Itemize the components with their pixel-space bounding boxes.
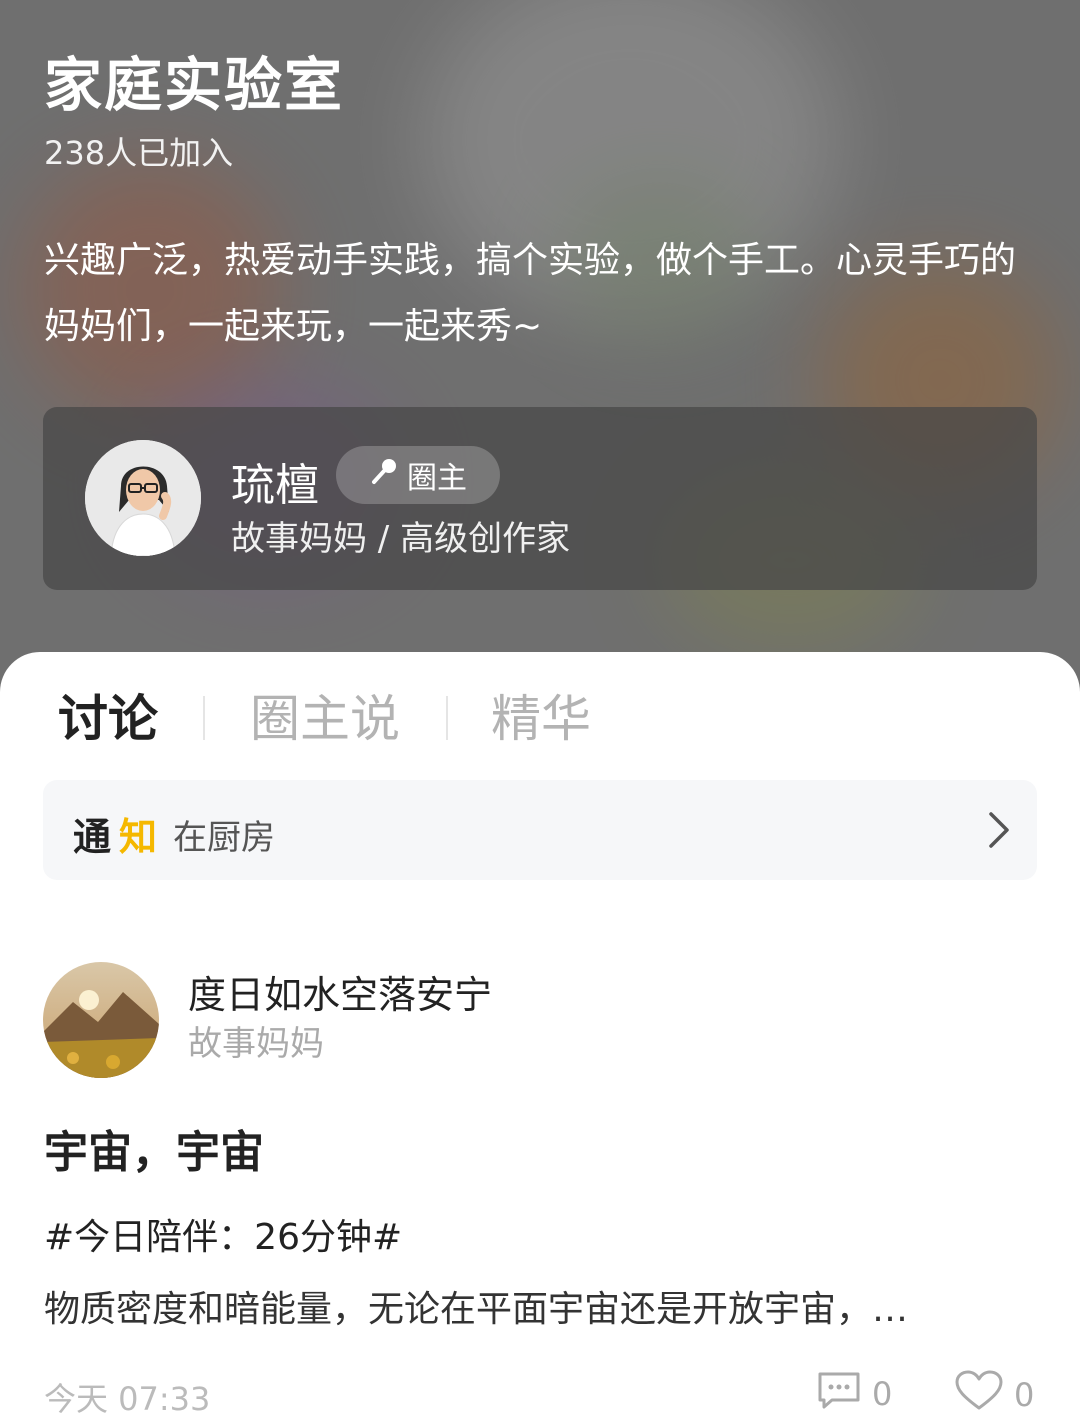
chevron-right-icon [987,810,1011,850]
post-time: 今天 07:33 [44,1380,211,1418]
owner-subtitle: 故事妈妈 / 高级创作家 [231,519,571,559]
tab-divider [446,696,448,740]
notice-label-part1: 通 [73,815,112,859]
owner-avatar-image [85,440,201,556]
tab-featured[interactable]: 精华 [491,684,591,754]
notice-label-part2: 知 [119,815,158,859]
post-topic-tag[interactable]: #今日陪伴：26分钟# [44,1208,402,1260]
like-count: 0 [1014,1376,1035,1414]
circle-header: 家庭实验室 238人已加入 兴趣广泛，热爱动手实践，搞个实验，做个手工。心灵手巧… [0,0,1080,700]
post-excerpt: 物质密度和暗能量，无论在平面宇宙还是开放宇宙，… [44,1289,909,1330]
author-name[interactable]: 度日如水空落安宁 [188,964,492,1019]
microphone-icon [369,456,399,494]
owner-avatar[interactable] [85,440,201,556]
author-avatar-image [43,962,159,1078]
circle-description: 兴趣广泛，热爱动手实践，搞个实验，做个手工。心灵手巧的妈妈们，一起来玩，一起来秀… [44,240,1017,347]
member-count: 238人已加入 [44,134,234,172]
heart-icon [954,1370,1004,1420]
post-title: 宇宙，宇宙 [44,1127,264,1178]
comment-icon [816,1370,862,1418]
post-footer: 今天 07:33 0 0 [0,1370,1080,1420]
owner-card[interactable]: 琉檀 圈主 故事妈妈 / 高级创作家 [43,407,1037,590]
owner-name: 琉檀 [231,460,319,511]
circle-title: 家庭实验室 [44,51,345,119]
comment-count: 0 [872,1375,893,1413]
tab-owner-says[interactable]: 圈主说 [250,684,400,754]
like-button[interactable]: 0 [954,1370,1034,1420]
notice-bar[interactable]: 通 知 在厨房 [43,780,1037,880]
author-role: 故事妈妈 [188,1024,324,1064]
tab-discussion[interactable]: 讨论 [58,684,158,754]
tab-bar: 讨论 圈主说 精华 [0,684,1080,754]
owner-badge: 圈主 [336,446,500,504]
owner-badge-label: 圈主 [407,461,467,496]
tab-divider [203,696,205,740]
notice-text: 在厨房 [173,818,275,858]
comment-button[interactable]: 0 [816,1370,892,1418]
author-avatar[interactable] [43,962,159,1078]
content-sheet: 讨论 圈主说 精华 通 知 在厨房 度日如水空落安宁 故事妈妈 宇宙，宇宙 #今… [0,652,1080,1418]
